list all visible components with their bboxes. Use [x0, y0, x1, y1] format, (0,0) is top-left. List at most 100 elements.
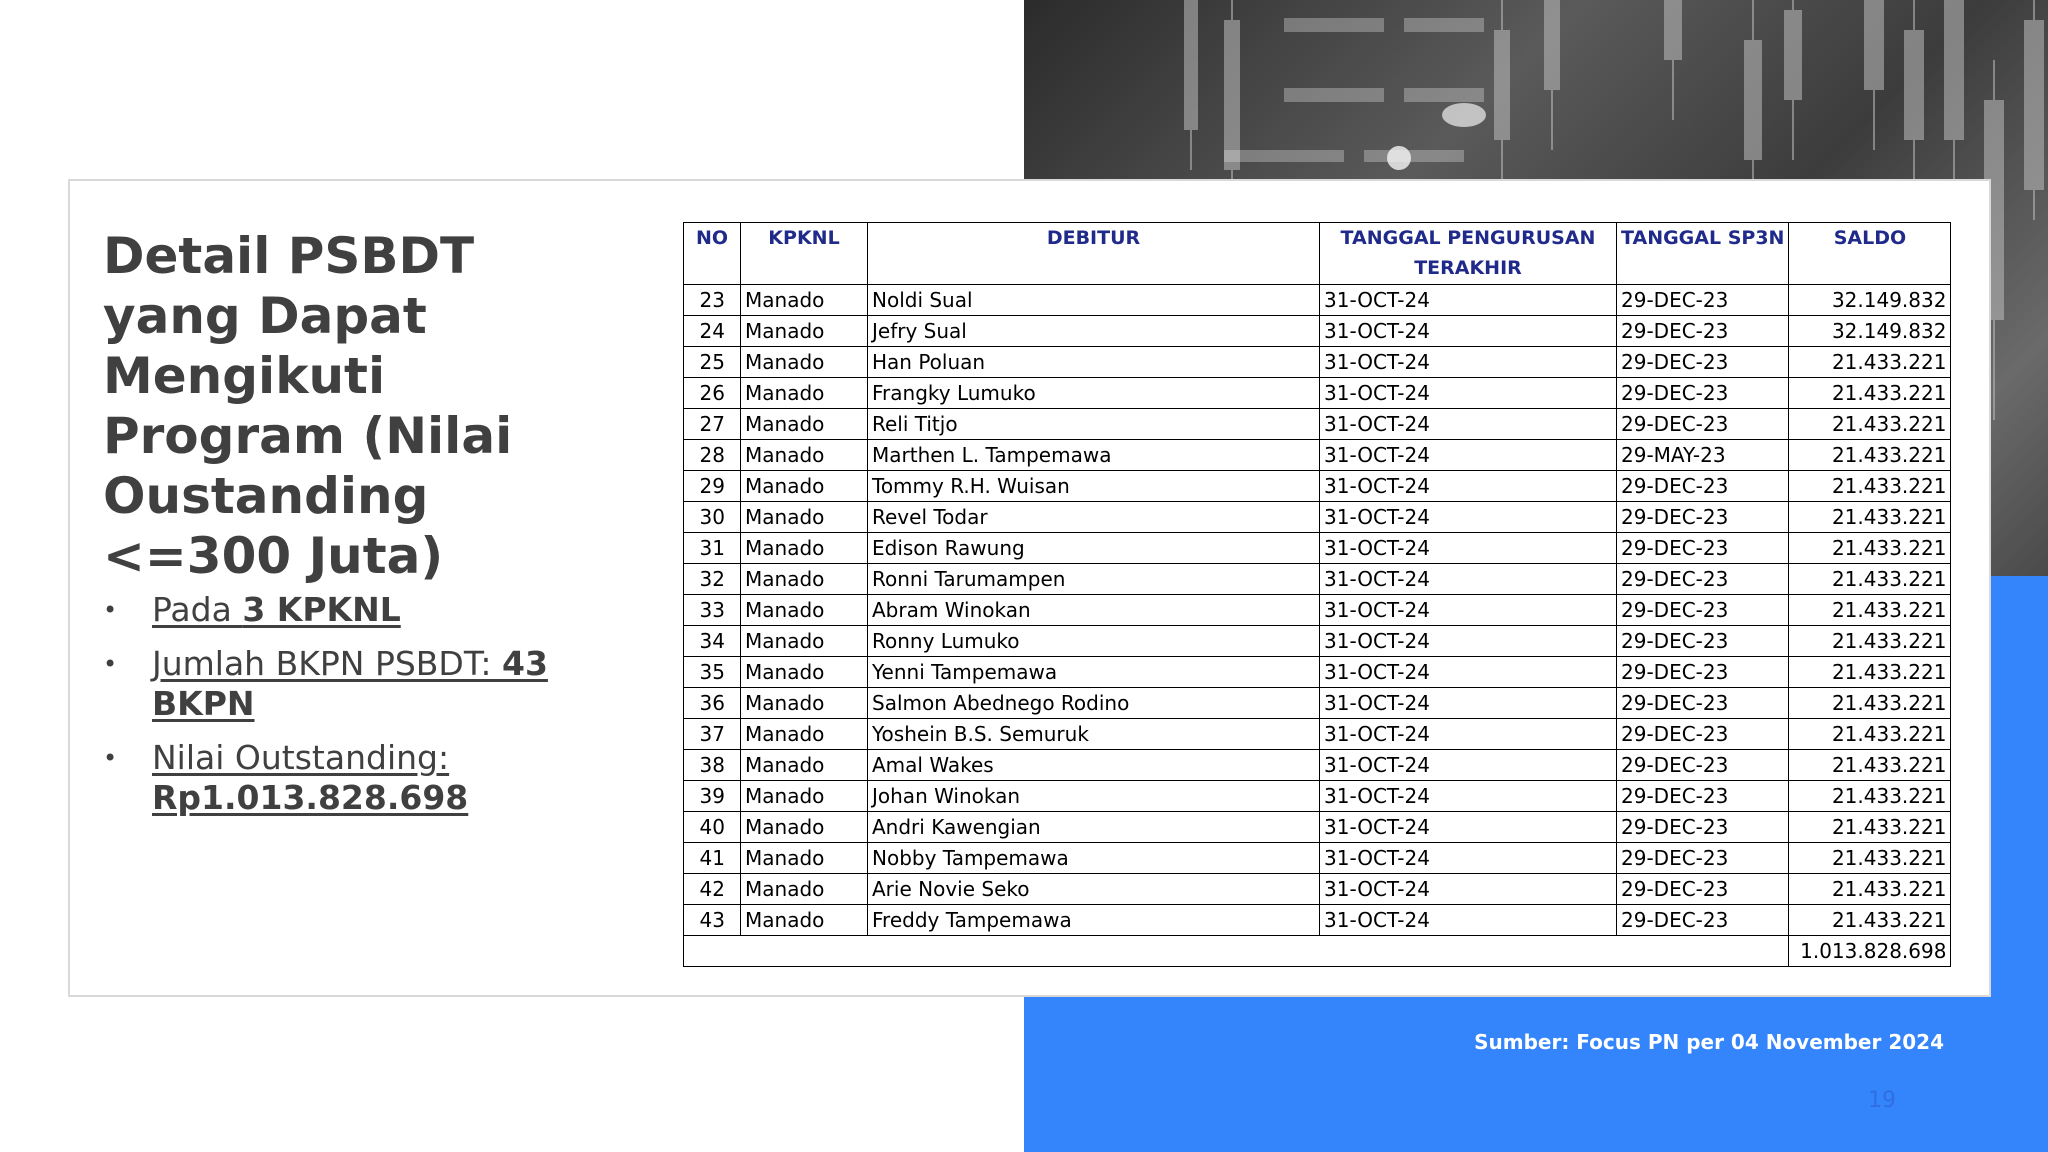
cell-debitur: Ronny Lumuko [867, 625, 1320, 657]
cell-tanggal-sp3n: 29-DEC-23 [1615, 780, 1790, 812]
cell-no: 39 [683, 780, 741, 812]
cell-tanggal-sp3n: 29-DEC-23 [1615, 811, 1790, 843]
cell-tanggal-pengurusan: 31-OCT-24 [1319, 408, 1617, 440]
cell-debitur: Noldi Sual [867, 284, 1320, 316]
cell-tanggal-sp3n: 29-DEC-23 [1615, 594, 1790, 626]
cell-kpknl: Manado [740, 532, 868, 564]
cell-tanggal-pengurusan: 31-OCT-24 [1319, 315, 1617, 347]
cell-tanggal-pengurusan: 31-OCT-24 [1319, 687, 1617, 719]
cell-no: 31 [683, 532, 741, 564]
cell-debitur: Marthen L. Tampemawa [867, 439, 1320, 471]
cell-tanggal-pengurusan: 31-OCT-24 [1319, 563, 1617, 595]
cell-kpknl: Manado [740, 563, 868, 595]
table-row: 27 Manado Reli Titjo 31-OCT-24 29-DEC-23 21.4… [683, 408, 1952, 440]
cell-saldo: 21.433.221 [1788, 625, 1952, 657]
table-row: 37 Manado Yoshein B.S. Semuruk 31-OCT-24 29-… [683, 718, 1952, 750]
cell-saldo: 21.433.221 [1788, 749, 1952, 781]
cell-no: 32 [683, 563, 741, 595]
cell-tanggal-sp3n: 29-DEC-23 [1615, 346, 1790, 378]
cell-tanggal-sp3n: 29-DEC-23 [1615, 470, 1790, 502]
cell-tanggal-sp3n: 29-DEC-23 [1615, 687, 1790, 719]
psbdt-table: NO KPKNL DEBITUR TANGGAL PENGURUSAN TERA… [682, 222, 1952, 967]
cell-no: 36 [683, 687, 741, 719]
cell-tanggal-sp3n: 29-DEC-23 [1615, 625, 1790, 657]
cell-tanggal-pengurusan: 31-OCT-24 [1319, 873, 1617, 905]
cell-debitur: Yenni Tampemawa [867, 656, 1320, 688]
cell-tanggal-sp3n: 29-DEC-23 [1615, 501, 1790, 533]
cell-tanggal-sp3n: 29-DEC-23 [1615, 656, 1790, 688]
table-row: 42 Manado Arie Novie Seko 31-OCT-24 29-DEC-2… [683, 873, 1952, 905]
cell-tanggal-sp3n: 29-DEC-23 [1615, 532, 1790, 564]
cell-no: 24 [683, 315, 741, 347]
cell-kpknl: Manado [740, 718, 868, 750]
cell-no: 30 [683, 501, 741, 533]
cell-tanggal-sp3n: 29-DEC-23 [1615, 408, 1790, 440]
cell-debitur: Han Poluan [867, 346, 1320, 378]
cell-debitur: Revel Todar [867, 501, 1320, 533]
table-row: 35 Manado Yenni Tampemawa 31-OCT-24 29-DEC-2… [683, 656, 1952, 688]
cell-saldo: 21.433.221 [1788, 904, 1952, 936]
header-kpknl: KPKNL [740, 222, 868, 285]
cell-kpknl: Manado [740, 842, 868, 874]
cell-tanggal-sp3n: 29-DEC-23 [1615, 842, 1790, 874]
cell-no: 25 [683, 346, 741, 378]
cell-kpknl: Manado [740, 625, 868, 657]
cell-tanggal-pengurusan: 31-OCT-24 [1319, 439, 1617, 471]
cell-saldo: 21.433.221 [1788, 346, 1952, 378]
cell-debitur: Jefry Sual [867, 315, 1320, 347]
cell-debitur: Abram Winokan [867, 594, 1320, 626]
cell-tanggal-pengurusan: 31-OCT-24 [1319, 377, 1617, 409]
cell-tanggal-sp3n: 29-DEC-23 [1615, 873, 1790, 905]
bullet-icon: • [103, 650, 118, 678]
table-body: 23 Manado Noldi Sual 31-OCT-24 29-DEC-23 32.1… [683, 284, 1952, 936]
cell-saldo: 21.433.221 [1788, 780, 1952, 812]
cell-tanggal-sp3n: 29-MAY-23 [1615, 439, 1790, 471]
bullet-icon: • [103, 744, 118, 772]
table-row: 29 Manado Tommy R.H. Wuisan 31-OCT-24 29-DEC… [683, 470, 1952, 502]
table-row: 23 Manado Noldi Sual 31-OCT-24 29-DEC-23 32.1… [683, 284, 1952, 316]
cell-saldo: 21.433.221 [1788, 532, 1952, 564]
table-row: 32 Manado Ronni Tarumampen 31-OCT-24 29-DEC-… [683, 563, 1952, 595]
table-row: 33 Manado Abram Winokan 31-OCT-24 29-DEC-23 2… [683, 594, 1952, 626]
cell-no: 34 [683, 625, 741, 657]
cell-no: 35 [683, 656, 741, 688]
cell-debitur: Frangky Lumuko [867, 377, 1320, 409]
header-debitur: DEBITUR [867, 222, 1320, 285]
cell-tanggal-pengurusan: 31-OCT-24 [1319, 594, 1617, 626]
cell-tanggal-pengurusan: 31-OCT-24 [1319, 346, 1617, 378]
cell-debitur: Johan Winokan [867, 780, 1320, 812]
bullet-value: 3 KPKNL [242, 590, 401, 629]
summary-bullets: • Pada 3 KPKNL • Jumlah BKPN PSBDT: 43 B… [103, 590, 573, 832]
cell-tanggal-sp3n: 29-DEC-23 [1615, 315, 1790, 347]
cell-kpknl: Manado [740, 594, 868, 626]
cell-tanggal-sp3n: 29-DEC-23 [1615, 749, 1790, 781]
cell-tanggal-sp3n: 29-DEC-23 [1615, 563, 1790, 595]
cell-tanggal-pengurusan: 31-OCT-24 [1319, 718, 1617, 750]
bullet-bkpn-count: • Jumlah BKPN PSBDT: 43 BKPN [103, 644, 573, 724]
table-row: 28 Manado Marthen L. Tampemawa 31-OCT-24 29-… [683, 439, 1952, 471]
cell-saldo: 21.433.221 [1788, 501, 1952, 533]
cell-no: 42 [683, 873, 741, 905]
cell-debitur: Tommy R.H. Wuisan [867, 470, 1320, 502]
cell-no: 29 [683, 470, 741, 502]
cell-no: 37 [683, 718, 741, 750]
cell-no: 27 [683, 408, 741, 440]
cell-kpknl: Manado [740, 408, 868, 440]
cell-saldo: 21.433.221 [1788, 377, 1952, 409]
cell-kpknl: Manado [740, 811, 868, 843]
table-row: 39 Manado Johan Winokan 31-OCT-24 29-DEC-23 2… [683, 780, 1952, 812]
cell-saldo: 32.149.832 [1788, 284, 1952, 316]
table-row: 34 Manado Ronny Lumuko 31-OCT-24 29-DEC-23 21… [683, 625, 1952, 657]
cell-debitur: Yoshein B.S. Semuruk [867, 718, 1320, 750]
cell-no: 38 [683, 749, 741, 781]
cell-tanggal-pengurusan: 31-OCT-24 [1319, 842, 1617, 874]
cell-debitur: Nobby Tampemawa [867, 842, 1320, 874]
cell-kpknl: Manado [740, 687, 868, 719]
bullet-prefix: Jumlah BKPN PSBDT: [152, 644, 502, 683]
cell-debitur: Arie Novie Seko [867, 873, 1320, 905]
cell-no: 41 [683, 842, 741, 874]
table-row: 36 Manado Salmon Abednego Rodino 31-OCT-24 2… [683, 687, 1952, 719]
total-label-cell [682, 935, 1790, 967]
table-row: 40 Manado Andri Kawengian 31-OCT-24 29-DEC-2… [683, 811, 1952, 843]
cell-kpknl: Manado [740, 346, 868, 378]
